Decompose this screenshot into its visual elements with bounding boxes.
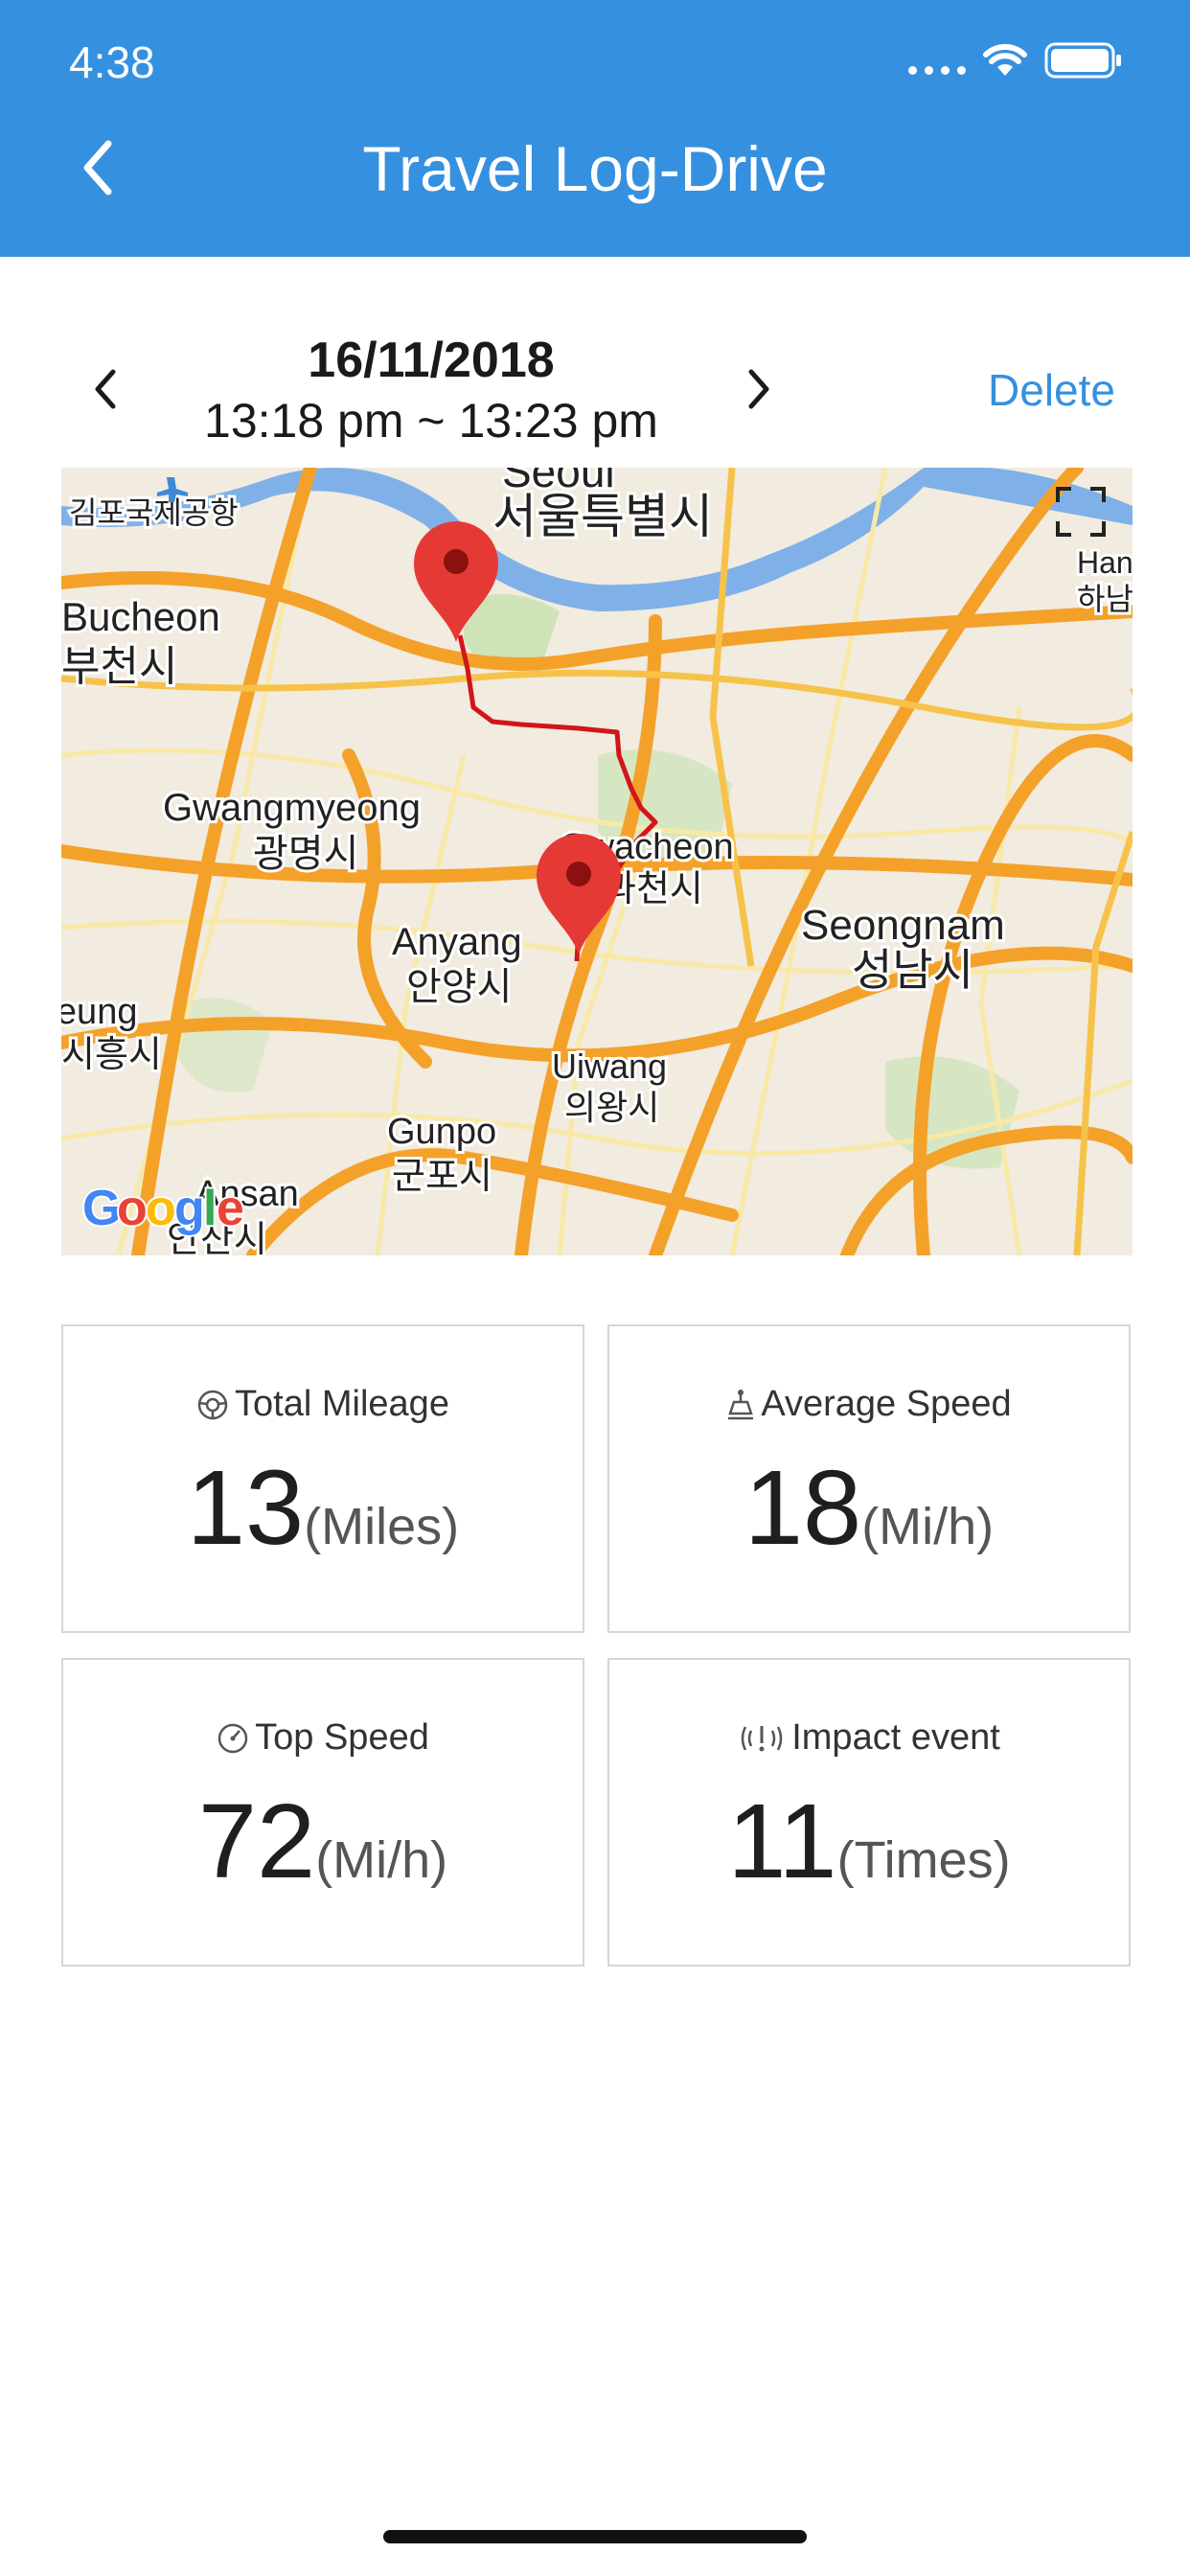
- route-map[interactable]: 김포국제공항 Seoul 서울특별시 Bucheon 부천시 Gwangmyeo…: [61, 468, 1133, 1255]
- status-bar-icons: [908, 42, 1123, 79]
- app-header: 4:38 Travel Log-Drive: [0, 0, 1190, 257]
- svg-text:시흥시: 시흥시: [61, 1035, 162, 1075]
- svg-text:김포국제공항: 김포국제공항: [69, 495, 239, 530]
- steering-wheel-icon: [197, 1390, 228, 1419]
- page-title: Travel Log-Drive: [362, 133, 828, 204]
- svg-text:Hanam: Hanam: [1077, 545, 1133, 580]
- svg-text:g: g: [174, 1181, 205, 1236]
- svg-text:안양시: 안양시: [406, 966, 512, 1008]
- svg-text:의왕시: 의왕시: [564, 1088, 659, 1127]
- svg-text:G: G: [82, 1181, 121, 1236]
- stat-label: Top Speed: [255, 1717, 429, 1758]
- home-indicator[interactable]: [383, 2530, 807, 2543]
- stat-label: Total Mileage: [235, 1384, 449, 1424]
- svg-text:Siheung: Siheung: [61, 992, 137, 1032]
- svg-text:Anyang: Anyang: [392, 921, 522, 963]
- stat-card-top-speed: Top Speed 72 (Mi/h): [61, 1658, 584, 1966]
- delete-button[interactable]: Delete: [988, 364, 1115, 416]
- svg-text:군포시: 군포시: [392, 1157, 492, 1197]
- stat-unit: (Mi/h): [315, 1831, 448, 1889]
- battery-icon: [1044, 42, 1121, 79]
- speedometer-icon: [217, 1723, 248, 1753]
- svg-text:Gwangmyeong: Gwangmyeong: [163, 787, 421, 829]
- speed-level-icon: [728, 1389, 754, 1419]
- stat-unit: (Miles): [304, 1498, 460, 1555]
- svg-text:e: e: [217, 1181, 244, 1236]
- svg-text:하남시: 하남시: [1077, 582, 1133, 616]
- wifi-icon: [983, 44, 1027, 76]
- svg-text:o: o: [146, 1181, 176, 1236]
- trip-time-range: 13:18 pm ~ 13:23 pm: [204, 394, 658, 448]
- svg-text:부천시: 부천시: [61, 643, 177, 690]
- stat-card-impact-event: Impact event 11 (Times): [607, 1658, 1131, 1966]
- svg-text:o: o: [117, 1181, 148, 1236]
- chevron-right-icon: [748, 369, 769, 409]
- stat-card-total-mileage: Total Mileage 13 (Miles): [61, 1324, 584, 1633]
- stat-unit: (Mi/h): [861, 1498, 995, 1555]
- google-logo: G o o g l e: [80, 1179, 246, 1238]
- stat-card-average-speed: Average Speed 18 (Mi/h): [607, 1324, 1131, 1633]
- cellular-signal-icon: [908, 46, 966, 75]
- next-trip-button[interactable]: [740, 362, 778, 416]
- svg-text:Seongnam: Seongnam: [801, 902, 1005, 949]
- svg-text:광명시: 광명시: [253, 833, 358, 875]
- impact-alert-icon: [741, 1725, 783, 1751]
- stat-label: Impact event: [791, 1717, 1000, 1758]
- svg-text:성남시: 성남시: [852, 945, 973, 995]
- map-label-seoul: 서울특별시: [492, 490, 713, 543]
- svg-text:Bucheon: Bucheon: [61, 594, 220, 639]
- status-bar-time: 4:38: [69, 37, 155, 87]
- stat-value: 13: [186, 1449, 305, 1567]
- svg-text:Gunpo: Gunpo: [387, 1112, 496, 1152]
- stat-unit: (Times): [836, 1831, 1011, 1889]
- stat-value: 18: [744, 1449, 862, 1567]
- trip-date: 16/11/2018: [308, 333, 555, 388]
- svg-text:Uiwang: Uiwang: [552, 1046, 667, 1086]
- stat-label: Average Speed: [761, 1384, 1012, 1424]
- stat-value: 11: [727, 1782, 837, 1900]
- stat-value: 72: [197, 1782, 316, 1900]
- svg-text:l: l: [203, 1181, 217, 1236]
